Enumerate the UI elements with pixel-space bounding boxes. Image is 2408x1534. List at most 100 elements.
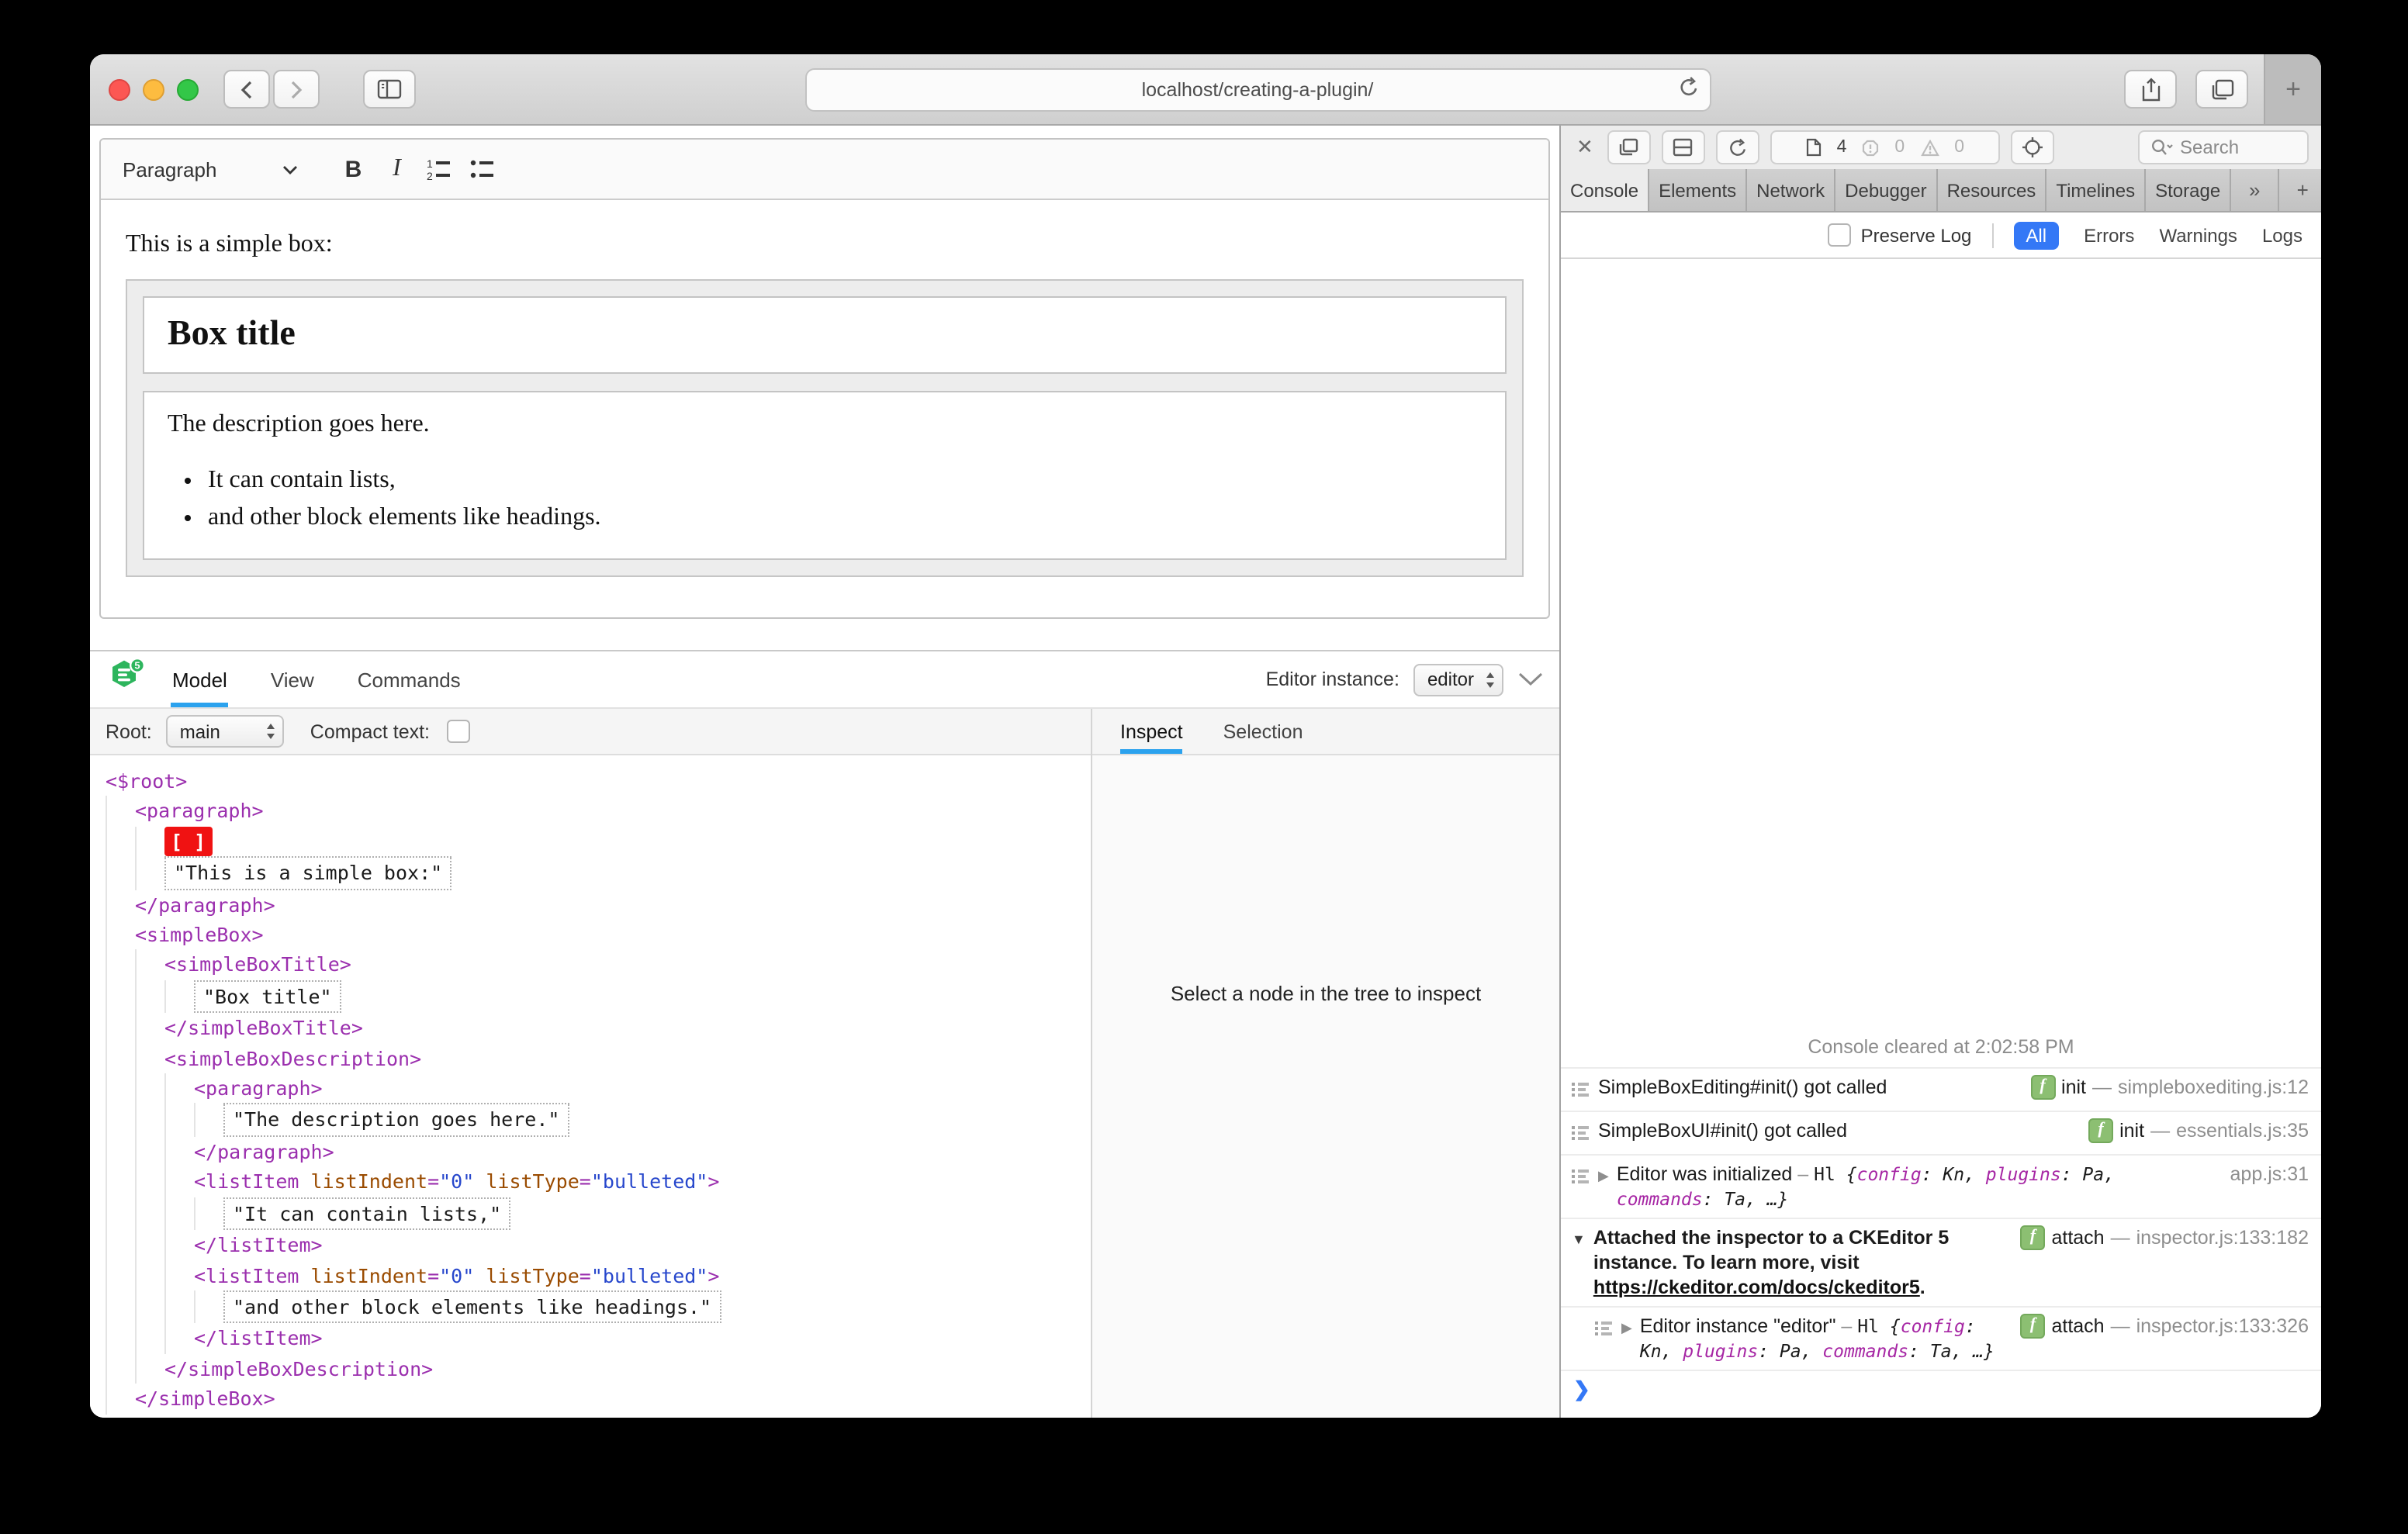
console-message-row[interactable]: ▶ Editor was initialized – Hl {config: Kn… [1561,1154,2321,1218]
model-tree-line[interactable]: "It can contain lists," [106,1197,1091,1231]
text-node[interactable]: "Box title" [194,979,341,1014]
italic-button[interactable]: I [375,149,418,189]
minimize-window-button[interactable] [143,78,164,100]
model-tree-line[interactable]: <simpleBoxDescription> [106,1043,1091,1074]
url-field[interactable]: localhost/creating-a-plugin/ [804,67,1711,111]
console-scope-logs[interactable]: Logs [2262,224,2302,246]
forward-button[interactable] [273,70,320,109]
inspector-tab-commands[interactable]: Commands [356,651,462,707]
editor-content[interactable]: This is a simple box: Box title The desc… [101,200,1548,617]
console-scope-all[interactable]: All [2013,221,2060,249]
open-tag-paragraph[interactable]: <paragraph> [194,1073,323,1104]
add-tab-icon[interactable]: + [2279,169,2321,211]
close-tag-simpleBoxDescription[interactable]: </simpleBoxDescription> [164,1353,433,1384]
more-tabs-icon[interactable]: » [2231,169,2280,211]
close-tag-listItem[interactable]: </listItem> [194,1324,323,1354]
preserve-log-control[interactable]: Preserve Log [1825,223,1971,247]
console-message-row[interactable]: SimpleBoxUI#init() got called f init — es… [1561,1111,2321,1154]
close-tag-simpleBoxTitle[interactable]: </simpleBoxTitle> [164,1014,363,1044]
zoom-window-button[interactable] [177,78,199,100]
console-message-row[interactable]: SimpleBoxEditing#init() got called f init… [1561,1067,2321,1111]
disclosure-triangle-icon[interactable]: ▼ [1572,1227,1586,1252]
text-node[interactable]: "The description goes here." [223,1103,569,1137]
model-tree-line[interactable]: <paragraph> [106,796,1091,827]
devtools-tab-storage[interactable]: Storage [2146,169,2232,211]
tab-overview-button[interactable] [2195,70,2248,109]
devtools-tab-network[interactable]: Network [1747,169,1836,211]
console-message-source[interactable]: f init — essentials.js:35 [2088,1118,2309,1143]
devtools-tab-console[interactable]: Console [1561,169,1650,211]
bulleted-list-button[interactable] [462,149,505,189]
model-tree-line[interactable]: </$root> [106,1414,1091,1418]
editor-instance-select[interactable]: editor [1413,663,1503,696]
console-message-row[interactable]: ▶ Editor instance "editor" – Hl {config: … [1561,1306,2321,1370]
numbered-list-button[interactable]: 12 [418,149,462,189]
devtools-search-field[interactable]: Search [2138,130,2309,164]
open-tag-simpleBoxTitle[interactable]: <simpleBoxTitle> [164,950,351,980]
console-prompt[interactable]: ❯ [1561,1370,2321,1418]
text-node[interactable]: "This is a simple box:" [164,856,452,890]
text-node[interactable]: "and other block elements like headings.… [223,1290,721,1324]
console-link[interactable]: https://ckeditor.com/docs/ckeditor5 [1593,1277,1920,1298]
box-title-field[interactable]: Box title [143,296,1507,374]
open-tag-simpleBoxDescription[interactable]: <simpleBoxDescription> [164,1043,421,1073]
open-tag-root[interactable]: <$root> [106,766,187,796]
model-tree-line[interactable]: "This is a simple box:" [106,856,1091,890]
model-tree-line[interactable]: </listItem> [106,1230,1091,1260]
close-tag-listItem[interactable]: </listItem> [194,1230,323,1260]
dock-bottom-button[interactable] [1661,130,1705,164]
share-button[interactable] [2124,70,2177,109]
reload-icon[interactable] [1678,75,1698,106]
model-tree-line[interactable]: <simpleBox> [106,920,1091,950]
model-tree-line[interactable]: </paragraph> [106,1136,1091,1167]
compact-text-checkbox[interactable] [447,720,471,743]
inspect-pane-tab-selection[interactable]: Selection [1223,709,1303,754]
text-node[interactable]: "It can contain lists," [223,1197,511,1231]
model-tree-line[interactable]: <paragraph> [106,1073,1091,1104]
devtools-tab-resources[interactable]: Resources [1937,169,2047,211]
model-tree-line[interactable]: <listItem listIndent="0" listType="bulle… [106,1166,1091,1197]
model-tree-line[interactable]: </listItem> [106,1323,1091,1354]
inspect-pane-tab-inspect[interactable]: Inspect [1120,709,1184,754]
model-tree-line[interactable]: </paragraph> [106,890,1091,921]
disclosure-triangle-icon[interactable]: ▶ [1621,1315,1632,1340]
model-tree-line[interactable]: </simpleBoxDescription> [106,1353,1091,1384]
new-tab-button[interactable]: + [2264,54,2321,124]
model-tree-line[interactable]: </simpleBoxTitle> [106,1013,1091,1044]
root-select[interactable]: main [165,715,284,748]
preserve-log-checkbox[interactable] [1828,223,1852,247]
console-message-source[interactable]: app.js:31 [2230,1162,2309,1187]
model-tree-line[interactable]: "Box title" [106,979,1091,1014]
collapse-inspector-icon[interactable] [1517,672,1544,687]
model-tree-line[interactable]: "and other block elements like headings.… [106,1290,1091,1324]
heading-dropdown[interactable]: Paragraph [123,157,297,181]
console-pane[interactable]: Console cleared at 2:02:58 PM SimpleBoxEd… [1561,259,2321,1418]
resource-status-group[interactable]: 4 0 0 [1770,130,2000,164]
model-tree-line[interactable]: </simpleBox> [106,1384,1091,1415]
model-tree[interactable]: <$root> <paragraph>[ ] "This is a simple b… [90,755,1091,1418]
open-tag-listItem[interactable]: <listItem listIndent="0" listType="bulle… [194,1167,719,1197]
simple-box-widget[interactable]: Box title The description goes here. It … [126,279,1524,577]
element-picker-button[interactable] [2010,130,2054,164]
close-tag-simpleBox[interactable]: </simpleBox> [135,1384,275,1414]
console-message-source[interactable]: f attach — inspector.js:133:182 [2020,1225,2309,1250]
disclosure-triangle-icon[interactable]: ▶ [1598,1163,1609,1188]
close-tag-root[interactable]: </$root> [106,1414,199,1418]
model-tree-line[interactable]: <$root> [106,766,1091,796]
devtools-tab-elements[interactable]: Elements [1649,169,1748,211]
close-tag-paragraph[interactable]: </paragraph> [135,890,275,920]
console-message-source[interactable]: f attach — inspector.js:133:326 [2020,1314,2309,1339]
sidebar-toggle-button[interactable] [363,70,416,109]
open-tag-listItem[interactable]: <listItem listIndent="0" listType="bulle… [194,1260,719,1290]
model-tree-line[interactable]: <simpleBoxTitle> [106,949,1091,980]
box-description-field[interactable]: The description goes here. It can contai… [143,391,1507,560]
model-tree-line[interactable]: <listItem listIndent="0" listType="bulle… [106,1260,1091,1290]
inspector-tab-model[interactable]: Model [171,651,230,707]
model-tree-line[interactable]: [ ] [106,826,1091,857]
console-scope-warnings[interactable]: Warnings [2159,224,2237,246]
bold-button[interactable]: B [331,149,375,189]
devtools-tab-debugger[interactable]: Debugger [1835,169,1938,211]
inspector-tab-view[interactable]: View [269,651,316,707]
model-tree-line[interactable]: "The description goes here." [106,1103,1091,1137]
console-scope-errors[interactable]: Errors [2084,224,2134,246]
